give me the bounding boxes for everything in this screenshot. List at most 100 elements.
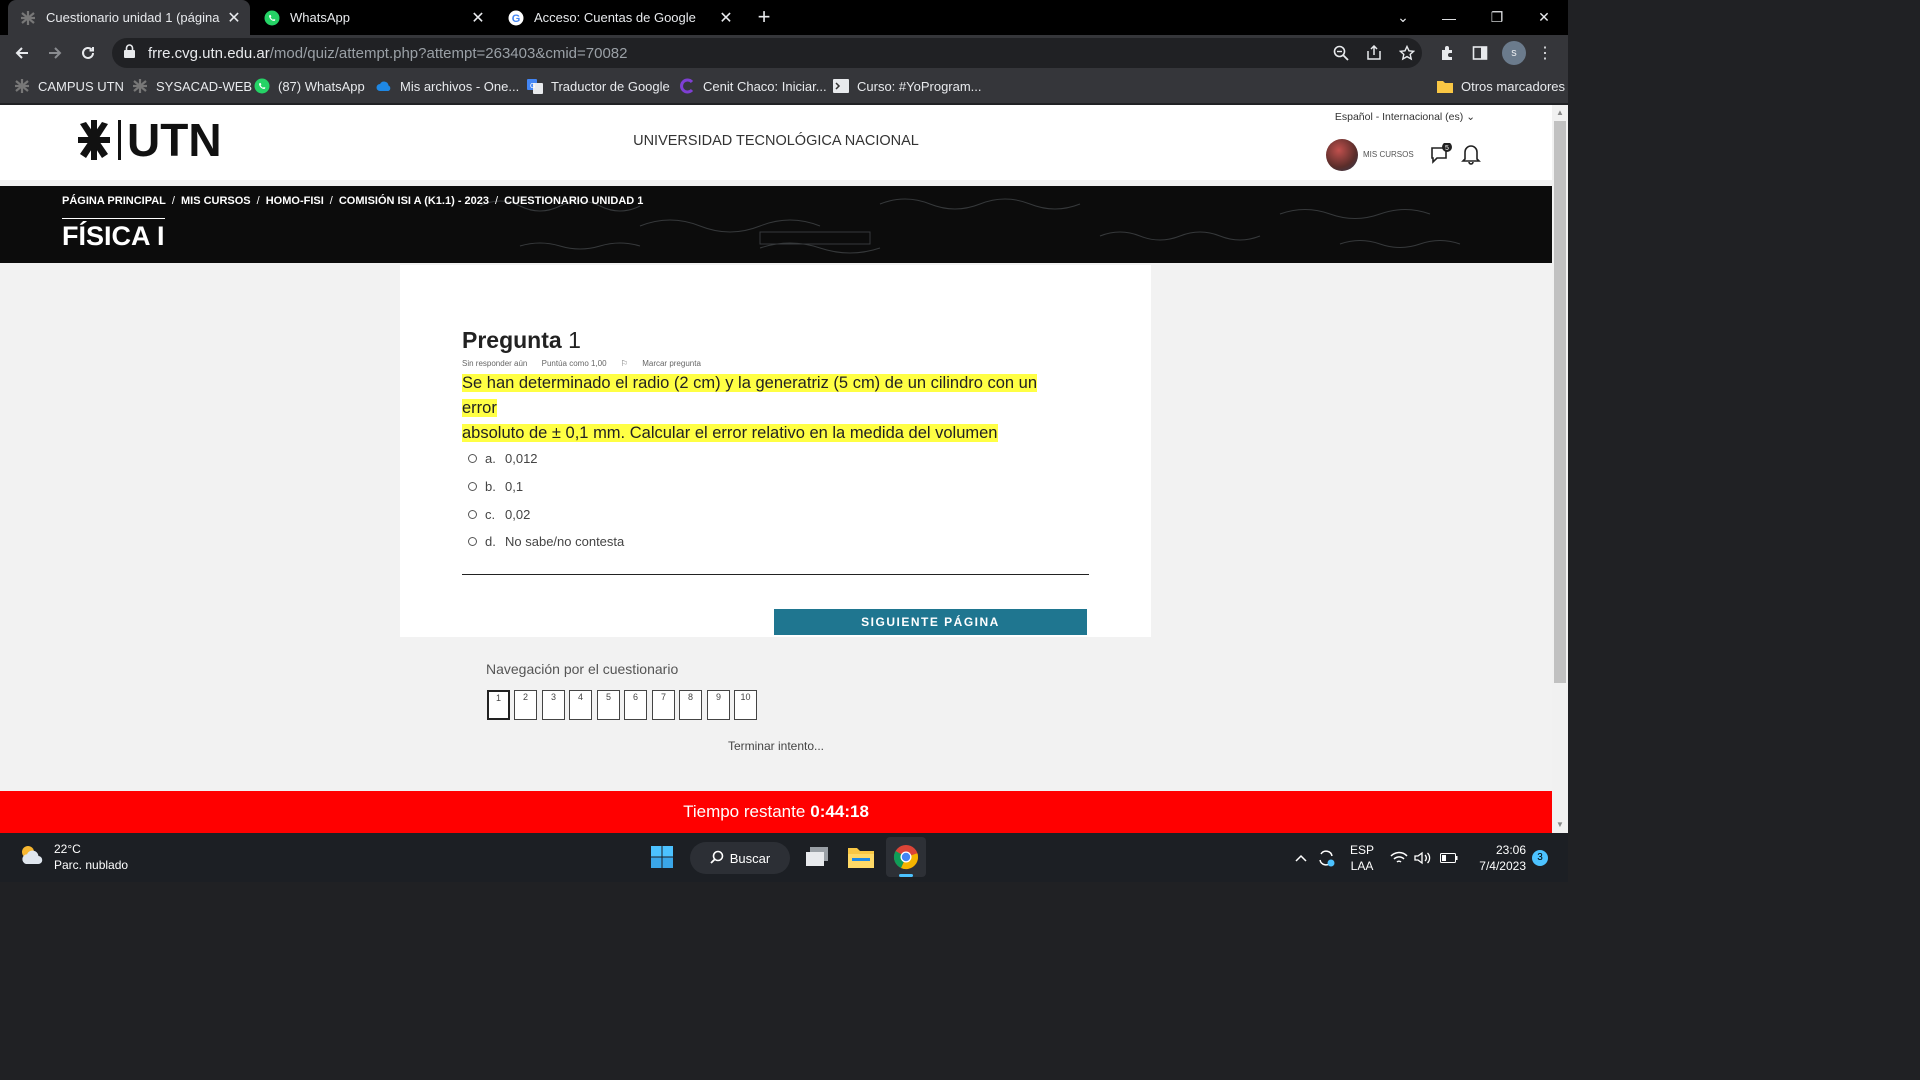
quiz-nav-button-5[interactable]: 5 bbox=[597, 690, 620, 720]
bookmark-otros[interactable]: Otros marcadores bbox=[1437, 78, 1565, 94]
answer-option-a[interactable]: a. 0,012 bbox=[468, 451, 538, 466]
question-label: Pregunta bbox=[462, 327, 562, 353]
bookmark-translate[interactable]: G Traductor de Google bbox=[527, 78, 670, 94]
utn-icon bbox=[132, 78, 148, 94]
breadcrumb-item[interactable]: MIS CURSOS bbox=[181, 195, 251, 207]
finish-attempt-link[interactable]: Terminar intento... bbox=[0, 739, 1552, 753]
extensions-icon[interactable] bbox=[1436, 42, 1458, 64]
bookmark-cenit[interactable]: Cenit Chaco: Iniciar... bbox=[679, 78, 827, 94]
bookmark-onedrive[interactable]: Mis archivos - One... bbox=[376, 78, 519, 94]
language-selector[interactable]: Español - Internacional (es) ⌄ bbox=[1335, 111, 1475, 123]
file-explorer-icon[interactable] bbox=[841, 837, 881, 877]
tab-cuestionario[interactable]: Cuestionario unidad 1 (página 1 de ✕ bbox=[8, 0, 250, 35]
utn-icon bbox=[14, 78, 30, 94]
messages-icon[interactable]: 5 bbox=[1428, 142, 1452, 167]
page-scrollbar[interactable]: ▲ ▼ bbox=[1552, 105, 1568, 833]
bookmark-label: Curso: #YoProgram... bbox=[857, 78, 982, 94]
radio-button[interactable] bbox=[468, 510, 477, 519]
breadcrumb-item[interactable]: HOMO-FISI bbox=[266, 195, 324, 207]
taskbar-search[interactable]: Buscar bbox=[690, 842, 790, 874]
back-icon[interactable] bbox=[8, 39, 36, 67]
chrome-taskbar-icon[interactable] bbox=[886, 837, 926, 877]
bookmark-label: Traductor de Google bbox=[551, 78, 670, 94]
lock-icon[interactable] bbox=[124, 43, 138, 63]
battery-icon[interactable] bbox=[1440, 833, 1458, 882]
forward-icon[interactable] bbox=[41, 39, 69, 67]
tab-search-icon[interactable]: ⌄ bbox=[1380, 0, 1426, 35]
folder-icon bbox=[1437, 78, 1453, 94]
bookmark-label: Otros marcadores bbox=[1461, 78, 1566, 94]
radio-button[interactable] bbox=[468, 482, 477, 491]
answer-option-b[interactable]: b. 0,1 bbox=[468, 479, 523, 494]
task-view-icon[interactable] bbox=[797, 837, 837, 877]
language-indicator[interactable]: ESP LAA bbox=[1350, 833, 1374, 882]
sync-icon[interactable] bbox=[1316, 833, 1336, 882]
volume-icon[interactable] bbox=[1414, 833, 1432, 882]
restore-button[interactable]: ❐ bbox=[1474, 0, 1520, 35]
user-avatar[interactable] bbox=[1326, 139, 1358, 171]
breadcrumb-item[interactable]: PÁGINA PRINCIPAL bbox=[62, 195, 166, 207]
quiz-nav-button-4[interactable]: 4 bbox=[569, 690, 592, 720]
menu-icon[interactable]: ⋮ bbox=[1534, 42, 1556, 64]
close-window-button[interactable]: ✕ bbox=[1521, 0, 1567, 35]
page-viewport: UTN UNIVERSIDAD TECNOLÓGICA NACIONAL Esp… bbox=[0, 105, 1552, 833]
quiz-nav-button-9[interactable]: 9 bbox=[707, 690, 730, 720]
answer-letter: d. bbox=[485, 534, 496, 549]
quiz-nav-button-8[interactable]: 8 bbox=[679, 690, 702, 720]
bookmark-campus-utn[interactable]: CAMPUS UTN bbox=[14, 78, 124, 94]
question-status: Sin responder aún bbox=[462, 359, 528, 368]
side-panel-icon[interactable] bbox=[1469, 42, 1491, 64]
share-icon[interactable] bbox=[1363, 42, 1385, 64]
flag-label: Marcar pregunta bbox=[642, 359, 701, 368]
bookmark-star-icon[interactable] bbox=[1396, 42, 1418, 64]
bookmark-curso[interactable]: Curso: #YoProgram... bbox=[833, 78, 982, 94]
show-hidden-icons[interactable] bbox=[1294, 833, 1308, 882]
scroll-up-icon[interactable]: ▲ bbox=[1552, 105, 1568, 121]
tab-title: Acceso: Cuentas de Google bbox=[534, 10, 696, 25]
bookmark-sysacad[interactable]: SYSACAD-WEB bbox=[132, 78, 252, 94]
language-code: ESP bbox=[1350, 842, 1375, 857]
tab-whatsapp[interactable]: WhatsApp ✕ bbox=[252, 0, 494, 35]
quiz-nav-button-7[interactable]: 7 bbox=[652, 690, 675, 720]
close-icon[interactable]: ✕ bbox=[716, 8, 736, 28]
radio-button[interactable] bbox=[468, 537, 477, 546]
wifi-icon[interactable] bbox=[1390, 833, 1408, 882]
clock-date: 7/4/2023 bbox=[1479, 859, 1526, 873]
quiz-nav-button-10[interactable]: 10 bbox=[734, 690, 757, 720]
question-points: Puntúa como 1,00 bbox=[541, 359, 607, 368]
radio-button[interactable] bbox=[468, 454, 477, 463]
answer-option-c[interactable]: c. 0,02 bbox=[468, 507, 530, 522]
my-courses-link[interactable]: MIS CURSOS bbox=[1363, 150, 1414, 159]
bookmark-label: CAMPUS UTN bbox=[38, 78, 124, 94]
address-bar[interactable]: frre.cvg.utn.edu.ar/mod/quiz/attempt.php… bbox=[112, 38, 1422, 68]
breadcrumb-item[interactable]: CUESTIONARIO UNIDAD 1 bbox=[504, 195, 643, 207]
scrollbar-thumb[interactable] bbox=[1554, 121, 1566, 683]
quiz-nav-button-2[interactable]: 2 bbox=[514, 690, 537, 720]
bookmark-whatsapp[interactable]: (87) WhatsApp bbox=[254, 78, 365, 94]
profile-avatar[interactable]: s bbox=[1502, 41, 1526, 65]
notification-badge[interactable]: 3 bbox=[1532, 850, 1548, 866]
close-icon[interactable]: ✕ bbox=[468, 8, 488, 28]
flag-question-link[interactable]: ⚐ Marcar pregunta bbox=[621, 359, 713, 368]
answer-option-d[interactable]: d. No sabe/no contesta bbox=[468, 534, 624, 549]
minimize-button[interactable]: — bbox=[1426, 0, 1472, 35]
reload-icon[interactable] bbox=[74, 39, 102, 67]
next-page-button[interactable]: SIGUIENTE PÁGINA bbox=[774, 609, 1087, 635]
notifications-bell-icon[interactable] bbox=[1461, 143, 1483, 167]
weather-widget[interactable]: 22°C Parc. nublado bbox=[18, 841, 128, 873]
windows-start-icon[interactable] bbox=[642, 837, 682, 877]
zoom-icon[interactable] bbox=[1330, 42, 1352, 64]
keyboard-layout: LAA bbox=[1350, 858, 1374, 873]
quiz-nav-button-6[interactable]: 6 bbox=[624, 690, 647, 720]
breadcrumb-item[interactable]: COMISIÓN ISI A (K1.1) - 2023 bbox=[339, 195, 489, 207]
new-tab-button[interactable]: + bbox=[752, 5, 776, 29]
close-icon[interactable]: ✕ bbox=[224, 8, 244, 28]
system-clock[interactable]: 23:06 7/4/2023 bbox=[1470, 842, 1526, 874]
scroll-down-icon[interactable]: ▼ bbox=[1552, 817, 1568, 833]
quiz-nav-button-3[interactable]: 3 bbox=[542, 690, 565, 720]
translate-icon: G bbox=[527, 78, 543, 94]
timer-value: 0:44:18 bbox=[810, 802, 869, 821]
bookmark-label: (87) WhatsApp bbox=[278, 78, 365, 94]
quiz-nav-button-1[interactable]: 1 bbox=[487, 690, 510, 720]
tab-google[interactable]: G Acceso: Cuentas de Google ✕ bbox=[496, 0, 742, 35]
